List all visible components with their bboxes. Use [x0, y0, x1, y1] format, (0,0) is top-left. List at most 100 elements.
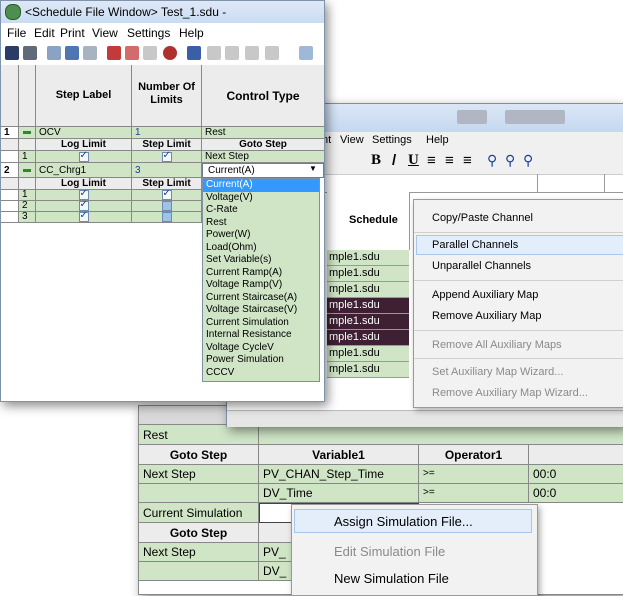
step-limit-checkbox[interactable] [161, 201, 172, 211]
log-limit-checkbox-cell[interactable] [36, 151, 132, 163]
step-limit-checkbox[interactable] [161, 190, 172, 200]
schedule-file-row[interactable]: mple1.sdu [327, 346, 409, 362]
step-limit-checkbox-cell[interactable] [132, 151, 202, 163]
control-type-option[interactable]: C-Rate [203, 204, 319, 217]
value-cell[interactable]: 00:0 [529, 484, 623, 503]
horizontal-scrollbar[interactable] [227, 410, 623, 427]
control-type-option[interactable]: Current Ramp(A) [203, 267, 319, 280]
control-type-option[interactable]: Internal Resistance [203, 329, 319, 342]
control-type-option[interactable]: CCCV [203, 367, 319, 380]
limit-icon[interactable] [187, 46, 201, 60]
paste-icon[interactable] [225, 46, 239, 60]
schedule-file-row[interactable]: mple1.sdu [327, 314, 409, 330]
schedule-file-row[interactable]: mple1.sdu [327, 362, 409, 378]
limit-index[interactable]: 3 [19, 212, 36, 223]
number-of-limits-cell[interactable]: 1 [132, 127, 202, 139]
control-type-option[interactable]: Voltage CycleV [203, 342, 319, 355]
menu-item-help[interactable]: Help [426, 134, 449, 146]
align-left-icon[interactable]: ≡ [427, 152, 436, 169]
paste-step-icon[interactable] [125, 46, 139, 60]
goto-step-cell[interactable]: Next Step [202, 151, 324, 163]
control-type-rest-cell[interactable]: Rest [139, 425, 259, 445]
copy-icon[interactable] [207, 46, 221, 60]
search-icon[interactable]: ⚲ [523, 152, 533, 169]
step-number[interactable]: 2 [1, 163, 19, 178]
menu-item-edit[interactable]: Edit [34, 26, 55, 40]
schedule-file-row[interactable]: mple1.sdu [327, 330, 409, 346]
edit-simulation-file-item[interactable]: Edit Simulation File [334, 544, 445, 559]
schedule-file-row[interactable]: mple1.sdu [327, 298, 409, 314]
record-icon[interactable] [163, 46, 177, 60]
remove-all-auxiliary-maps-item[interactable]: Remove All Auxiliary Maps [432, 339, 562, 351]
limit-number[interactable] [1, 212, 19, 223]
menu-item-settings[interactable]: Settings [127, 26, 170, 40]
log-limit-checkbox[interactable] [78, 190, 89, 200]
delete-step-icon[interactable] [83, 46, 97, 60]
save-icon[interactable] [5, 46, 19, 60]
menu-item-view[interactable]: View [340, 134, 364, 146]
control-type-option[interactable]: Power Simulation [203, 354, 319, 367]
control-type-option[interactable]: Power(W) [203, 229, 319, 242]
remove-auxiliary-map-wizard-item[interactable]: Remove Auxiliary Map Wizard... [432, 387, 588, 399]
operator-cell[interactable]: >= [419, 484, 529, 503]
new-simulation-file-item[interactable]: New Simulation File [334, 571, 449, 586]
cut-icon[interactable] [265, 46, 279, 60]
control-type-simulation-cell[interactable]: Current Simulation [139, 503, 259, 523]
step-limit-checkbox[interactable] [161, 212, 172, 222]
goto-step-cell[interactable] [139, 562, 259, 581]
remove-auxiliary-map-item[interactable]: Remove Auxiliary Map [432, 310, 541, 322]
operator-cell[interactable]: >= [419, 465, 529, 484]
align-center-icon[interactable]: ≡ [445, 152, 454, 169]
step-limit-checkbox-cell[interactable] [132, 201, 202, 212]
control-type-option[interactable]: Load(Ohm) [203, 242, 319, 255]
menu-item-print[interactable]: Print [60, 26, 85, 40]
log-limit-checkbox-cell[interactable] [36, 190, 132, 201]
limit-number[interactable] [1, 151, 19, 163]
insert-step-icon[interactable] [47, 46, 61, 60]
step-limit-checkbox-cell[interactable] [132, 190, 202, 201]
copy-step-icon[interactable] [107, 46, 121, 60]
limit-number[interactable] [1, 190, 19, 201]
italic-icon[interactable]: / [392, 152, 396, 169]
step-number[interactable]: 1 [1, 127, 19, 139]
step-limit-checkbox-cell[interactable] [132, 212, 202, 223]
chart-icon[interactable] [299, 46, 313, 60]
set-auxiliary-map-wizard-item[interactable]: Set Auxiliary Map Wizard... [432, 366, 563, 378]
schedule-file-row[interactable]: mple1.sdu [327, 266, 409, 282]
format-icon[interactable] [245, 46, 259, 60]
menu-item-file[interactable]: File [7, 26, 26, 40]
limit-index[interactable]: 1 [19, 151, 36, 163]
log-limit-checkbox-cell[interactable] [36, 201, 132, 212]
control-type-select[interactable]: Current(A) ▼ [202, 163, 324, 178]
schedule-file-row[interactable]: mple1.sdu [327, 282, 409, 298]
limit-index[interactable]: 2 [19, 201, 36, 212]
schedule-file-row[interactable]: mple1.sdu [327, 250, 409, 266]
log-limit-checkbox[interactable] [78, 151, 89, 162]
align-right-icon[interactable]: ≡ [463, 152, 472, 169]
goto-step-cell[interactable]: Next Step [139, 465, 259, 484]
control-type-option[interactable]: Rest [203, 217, 319, 230]
unparallel-channels-item[interactable]: Unparallel Channels [432, 260, 531, 272]
append-auxiliary-map-item[interactable]: Append Auxiliary Map [432, 289, 538, 301]
control-type-cell[interactable]: Rest [202, 127, 324, 139]
log-limit-checkbox[interactable] [78, 201, 89, 211]
number-of-limits-cell[interactable]: 3 [132, 163, 202, 178]
log-limit-checkbox-cell[interactable] [36, 212, 132, 223]
limit-index[interactable]: 1 [19, 190, 36, 201]
step-label-cell[interactable]: CC_Chrg1 [36, 163, 132, 178]
printer-icon[interactable] [23, 46, 37, 60]
add-step-icon[interactable] [65, 46, 79, 60]
control-type-option[interactable]: Voltage(V) [203, 192, 319, 205]
step-settings-icon[interactable] [143, 46, 157, 60]
control-type-option[interactable]: Current Simulation [203, 317, 319, 330]
value-cell[interactable]: 00:0 [529, 465, 623, 484]
step-label-cell[interactable]: OCV [36, 127, 132, 139]
control-type-option[interactable]: Voltage Staircase(V) [203, 304, 319, 317]
menu-item-view[interactable]: View [92, 26, 118, 40]
menu-item-help[interactable]: Help [179, 26, 204, 40]
copy-paste-channel-item[interactable]: Copy/Paste Channel [432, 212, 533, 224]
bold-icon[interactable]: B [371, 152, 381, 169]
log-limit-checkbox[interactable] [78, 212, 89, 222]
zoom-out-icon[interactable]: ⚲ [505, 152, 515, 169]
menu-item-settings[interactable]: Settings [372, 134, 412, 146]
